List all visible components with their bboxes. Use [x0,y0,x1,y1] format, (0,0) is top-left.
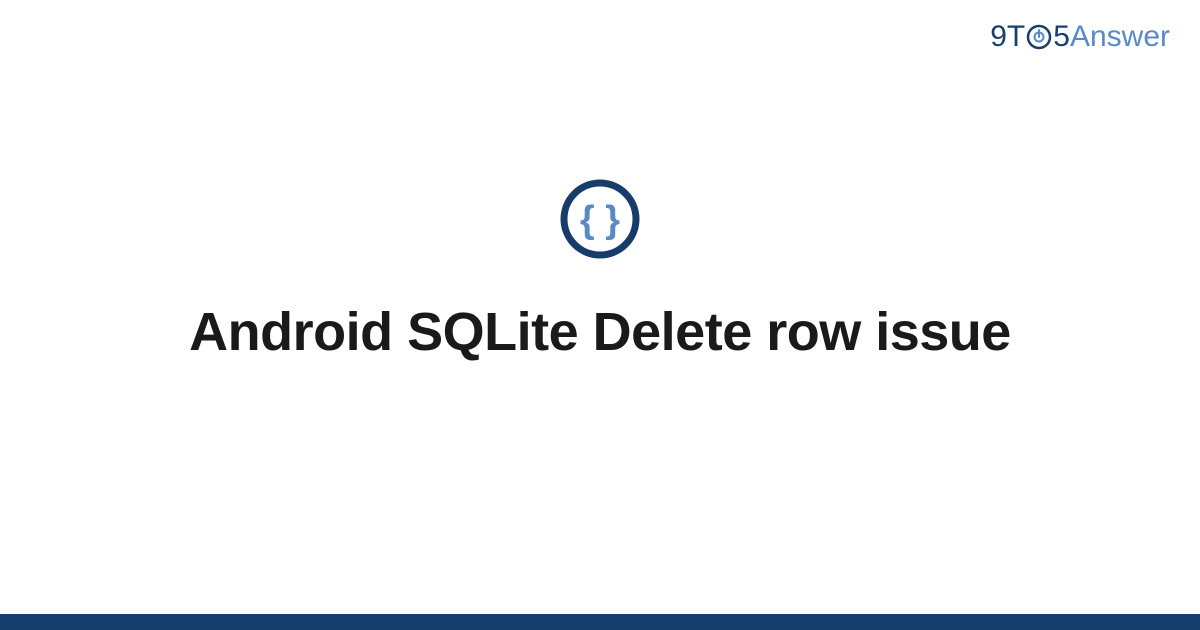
bottom-accent-bar [0,614,1200,630]
code-braces-icon: { } [559,178,641,265]
page-title: Android SQLite Delete row issue [189,301,1011,363]
svg-text:{ }: { } [580,199,620,241]
main-content: { } Android SQLite Delete row issue [0,0,1200,630]
